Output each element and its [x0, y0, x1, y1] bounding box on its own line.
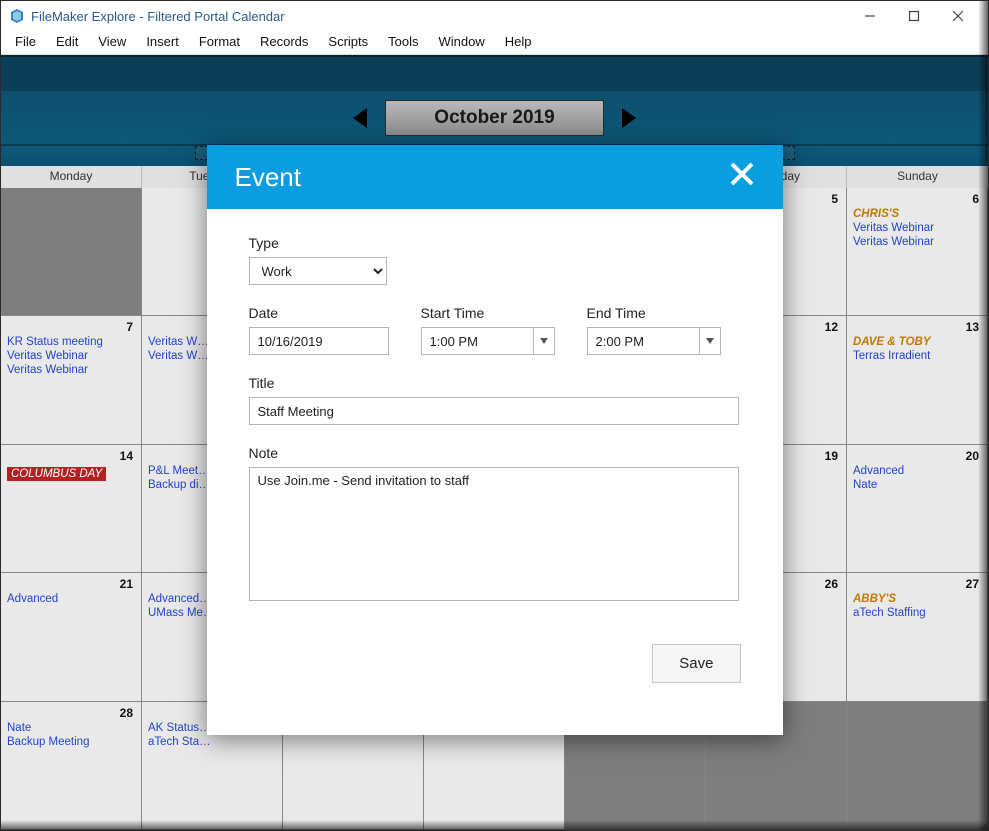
calendar-event[interactable]: Advanced	[853, 465, 981, 477]
month-band: October 2019	[1, 91, 988, 146]
calendar-cell[interactable]: 6 CHRIS'S Veritas Webinar Veritas Webinar	[847, 188, 988, 316]
title-input[interactable]	[249, 397, 739, 425]
app-window: FileMaker Explore - Filtered Portal Cale…	[0, 0, 989, 831]
day-number: 26	[825, 577, 838, 591]
end-time-input[interactable]	[587, 327, 699, 355]
menu-records[interactable]: Records	[250, 31, 318, 54]
day-number: 7	[126, 320, 133, 334]
start-time-dropdown-icon[interactable]	[533, 327, 555, 355]
day-number: 27	[966, 577, 979, 591]
date-input[interactable]	[249, 327, 389, 355]
menu-scripts[interactable]: Scripts	[318, 31, 378, 54]
day-number: 14	[120, 449, 133, 463]
calendar-event[interactable]: aTech Sta…	[148, 736, 276, 748]
calendar-event[interactable]: Nate	[7, 722, 135, 734]
menu-insert[interactable]: Insert	[136, 31, 189, 54]
calendar-event[interactable]: ABBY'S	[853, 593, 981, 605]
calendar-event[interactable]: Veritas Webinar	[7, 364, 135, 376]
calendar-cell[interactable]: 7 KR Status meeting Veritas Webinar Veritas…	[1, 316, 142, 444]
dialog-close-icon[interactable]	[729, 161, 755, 193]
window-title: FileMaker Explore - Filtered Portal Cale…	[31, 9, 848, 24]
note-label: Note	[249, 445, 741, 461]
day-number: 21	[120, 577, 133, 591]
close-button[interactable]	[936, 1, 980, 31]
calendar-event[interactable]: DAVE & TOBY	[853, 336, 981, 348]
calendar-cell[interactable]: 20 Advanced Nate	[847, 445, 988, 573]
dialog-body: Type Work Date Start Time	[207, 209, 783, 644]
calendar-event[interactable]: Veritas Webinar	[7, 350, 135, 362]
end-time-label: End Time	[587, 305, 721, 321]
prev-month-arrow-icon[interactable]	[353, 108, 367, 128]
menu-help[interactable]: Help	[495, 31, 542, 54]
calendar-event[interactable]: Veritas Webinar	[853, 222, 981, 234]
type-label: Type	[249, 235, 741, 251]
calendar-event[interactable]: Advanced	[7, 593, 135, 605]
maximize-button[interactable]	[892, 1, 936, 31]
event-dialog: Event Type Work Date Start Time	[207, 145, 783, 735]
menu-window[interactable]: Window	[429, 31, 495, 54]
day-number: 5	[831, 192, 838, 206]
end-time-dropdown-icon[interactable]	[699, 327, 721, 355]
dialog-title: Event	[235, 162, 302, 193]
titlebar: FileMaker Explore - Filtered Portal Cale…	[1, 1, 988, 31]
date-label: Date	[249, 305, 389, 321]
calendar-cell[interactable]: 14 COLUMBUS DAY	[1, 445, 142, 573]
calendar-event[interactable]: Terras Irradient	[853, 350, 981, 362]
calendar-event[interactable]: aTech Staffing	[853, 607, 981, 619]
calendar-cell[interactable]	[847, 702, 988, 830]
menu-tools[interactable]: Tools	[378, 31, 428, 54]
month-selector[interactable]: October 2019	[385, 100, 603, 136]
note-textarea[interactable]	[249, 467, 739, 601]
calendar-cell[interactable]: 21 Advanced	[1, 573, 142, 701]
calendar-cell[interactable]	[1, 188, 142, 316]
header-band	[1, 55, 988, 91]
menubar: FileEditViewInsertFormatRecordsScriptsTo…	[1, 31, 988, 55]
dialog-footer: Save	[207, 644, 783, 705]
day-header: Sunday	[847, 166, 988, 188]
save-button[interactable]: Save	[652, 644, 740, 683]
title-label: Title	[249, 375, 741, 391]
dialog-header: Event	[207, 145, 783, 209]
calendar-cell[interactable]: 27 ABBY'S aTech Staffing	[847, 573, 988, 701]
calendar-event[interactable]: Backup Meeting	[7, 736, 135, 748]
type-select[interactable]: Work	[249, 257, 387, 285]
start-time-label: Start Time	[421, 305, 555, 321]
day-number: 20	[966, 449, 979, 463]
window-controls	[848, 1, 980, 31]
menu-view[interactable]: View	[88, 31, 136, 54]
menu-format[interactable]: Format	[189, 31, 250, 54]
day-number: 19	[825, 449, 838, 463]
day-header: Monday	[1, 166, 142, 188]
calendar-cell[interactable]: 28 Nate Backup Meeting	[1, 702, 142, 830]
calendar-event[interactable]: COLUMBUS DAY	[7, 467, 106, 481]
calendar-cell[interactable]: 13 DAVE & TOBY Terras Irradient	[847, 316, 988, 444]
calendar-event[interactable]: Veritas Webinar	[853, 236, 981, 248]
menu-edit[interactable]: Edit	[46, 31, 88, 54]
app-icon	[9, 8, 25, 24]
start-time-input[interactable]	[421, 327, 533, 355]
calendar-event[interactable]: Nate	[853, 479, 981, 491]
calendar-event[interactable]: CHRIS'S	[853, 208, 981, 220]
day-number: 12	[825, 320, 838, 334]
day-number: 6	[972, 192, 979, 206]
day-number: 28	[120, 706, 133, 720]
calendar-event[interactable]: KR Status meeting	[7, 336, 135, 348]
menu-file[interactable]: File	[5, 31, 46, 54]
minimize-button[interactable]	[848, 1, 892, 31]
next-month-arrow-icon[interactable]	[622, 108, 636, 128]
day-number: 13	[966, 320, 979, 334]
